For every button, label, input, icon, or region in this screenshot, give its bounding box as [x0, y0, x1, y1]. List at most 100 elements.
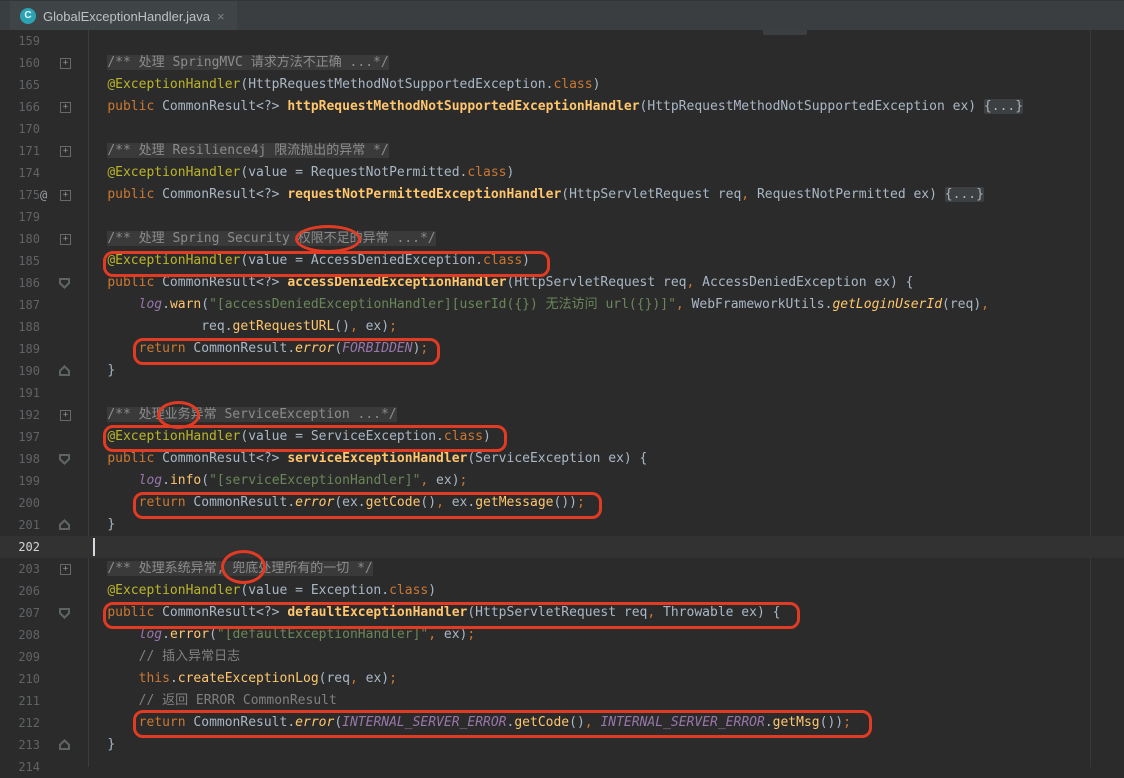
code-editor[interactable]: 159160+ /** 处理 SpringMVC 请求方法不正确 ...*/16…: [0, 30, 1124, 767]
code-line-165[interactable]: 165 @ExceptionHandler(HttpRequestMethodN…: [0, 74, 1124, 96]
code-line-202[interactable]: 202: [0, 536, 1124, 558]
line-number[interactable]: 197: [0, 426, 40, 448]
line-number[interactable]: 200: [0, 492, 40, 514]
code-line-171[interactable]: 171 + /** 处理 Resilience4j 限流抛出的异常 */: [0, 140, 1124, 162]
line-number[interactable]: 210: [0, 668, 40, 690]
line-number[interactable]: 192: [0, 404, 40, 426]
fold-expand-icon[interactable]: +: [58, 228, 74, 250]
code-line-185[interactable]: 185 @ExceptionHandler(value = AccessDeni…: [0, 250, 1124, 272]
line-number[interactable]: 213: [0, 734, 40, 756]
line-number[interactable]: 170: [0, 118, 40, 140]
token-mcall: getCode: [366, 495, 421, 510]
fold-expand-icon[interactable]: +: [58, 558, 74, 580]
line-number[interactable]: 206: [0, 580, 40, 602]
line-number[interactable]: 211: [0, 690, 40, 712]
close-tab-icon[interactable]: ×: [217, 9, 225, 24]
code-line-187[interactable]: 187 log.warn("[accessDeniedExceptionHand…: [0, 294, 1124, 316]
fold-end-icon[interactable]: [58, 734, 74, 756]
code-line-170[interactable]: 170: [0, 118, 1124, 140]
tab-global-exception-handler[interactable]: C GlobalExceptionHandler.java ×: [10, 1, 237, 31]
fold-marker-glyph: +: [60, 58, 71, 69]
code-line-192[interactable]: 192+ /** 处理业务异常 ServiceException ...*/: [0, 404, 1124, 426]
code-line-206[interactable]: 206 @ExceptionHandler(value = Exception.…: [0, 580, 1124, 602]
code-line-200[interactable]: 200 return CommonResult.error(ex.getCode…: [0, 492, 1124, 514]
line-number[interactable]: 186: [0, 272, 40, 294]
code-line-207[interactable]: 207 public CommonResult<?> defaultExcept…: [0, 602, 1124, 624]
token-mcall: createExceptionLog: [178, 671, 319, 686]
token-smcall: error: [295, 495, 334, 510]
fold-expand-icon[interactable]: +: [58, 184, 74, 206]
line-number[interactable]: 185: [0, 250, 40, 272]
line-number[interactable]: 187: [0, 294, 40, 316]
fold-expand-icon[interactable]: +: [58, 404, 74, 426]
token-punc: ,: [350, 671, 358, 686]
code-line-189[interactable]: 189 return CommonResult.error(FORBIDDEN)…: [0, 338, 1124, 360]
code-line-211[interactable]: 211 // 返回 ERROR CommonResult: [0, 690, 1124, 712]
code-text: @ExceptionHandler(value = Exception.clas…: [76, 580, 436, 602]
code-line-210[interactable]: 210 this.createExceptionLog(req, ex);: [0, 668, 1124, 690]
line-number[interactable]: 189: [0, 338, 40, 360]
token-punc: ;: [467, 627, 475, 642]
line-number[interactable]: 179: [0, 206, 40, 228]
line-number[interactable]: 166: [0, 96, 40, 118]
code-line-199[interactable]: 199 log.info("[serviceExceptionHandler]"…: [0, 470, 1124, 492]
fold-start-icon[interactable]: [58, 272, 74, 294]
token-txt: ex): [358, 319, 389, 334]
code-line-209[interactable]: 209 // 插入异常日志: [0, 646, 1124, 668]
line-number[interactable]: 160: [0, 52, 40, 74]
line-number[interactable]: 198: [0, 448, 40, 470]
fold-start-icon[interactable]: [58, 448, 74, 470]
line-number[interactable]: 171: [0, 140, 40, 162]
line-number[interactable]: 159: [0, 30, 40, 52]
line-number[interactable]: 203: [0, 558, 40, 580]
code-text: /** 处理 Spring Security 权限不足的异常 ...*/: [76, 228, 436, 250]
line-number[interactable]: 202: [0, 536, 40, 558]
line-number[interactable]: 188: [0, 316, 40, 338]
code-line-166[interactable]: 166+ public CommonResult<?> httpRequestM…: [0, 96, 1124, 118]
line-number[interactable]: 165: [0, 74, 40, 96]
fold-end-icon[interactable]: [58, 360, 74, 382]
code-line-191[interactable]: 191: [0, 382, 1124, 404]
code-line-198[interactable]: 198 public CommonResult<?> serviceExcept…: [0, 448, 1124, 470]
fold-marker-glyph: +: [60, 234, 71, 245]
fold-end-icon[interactable]: [58, 514, 74, 536]
code-line-175[interactable]: 175@+ public CommonResult<?> requestNotP…: [0, 184, 1124, 206]
line-number[interactable]: 180: [0, 228, 40, 250]
code-line-190[interactable]: 190 }: [0, 360, 1124, 382]
code-line-159[interactable]: 159: [0, 30, 1124, 52]
line-number[interactable]: 209: [0, 646, 40, 668]
code-line-214[interactable]: 214: [0, 756, 1124, 778]
code-line-180[interactable]: 180 + /** 处理 Spring Security 权限不足的异常 ...*…: [0, 228, 1124, 250]
code-line-213[interactable]: 213 }: [0, 734, 1124, 756]
fold-expand-icon[interactable]: +: [58, 96, 74, 118]
code-line-197[interactable]: 197 @ExceptionHandler(value = ServiceExc…: [0, 426, 1124, 448]
code-line-201[interactable]: 201 }: [0, 514, 1124, 536]
annotation-gutter-icon[interactable]: @: [40, 184, 47, 206]
code-line-186[interactable]: 186 public CommonResult<?> accessDeniedE…: [0, 272, 1124, 294]
line-number[interactable]: 201: [0, 514, 40, 536]
code-line-179[interactable]: 179: [0, 206, 1124, 228]
line-number[interactable]: 191: [0, 382, 40, 404]
line-number[interactable]: 212: [0, 712, 40, 734]
token-mcall: error: [170, 627, 209, 642]
token-txt: (HttpRequestMethodNotSupportedException …: [640, 99, 984, 114]
fold-start-icon[interactable]: [58, 602, 74, 624]
line-number[interactable]: 208: [0, 624, 40, 646]
code-line-208[interactable]: 208 log.error("[defaultExceptionHandler]…: [0, 624, 1124, 646]
line-number[interactable]: 190: [0, 360, 40, 382]
line-number[interactable]: 214: [0, 756, 40, 778]
code-text: /** 处理 Resilience4j 限流抛出的异常 */: [76, 140, 389, 162]
code-line-160[interactable]: 160+ /** 处理 SpringMVC 请求方法不正确 ...*/: [0, 52, 1124, 74]
code-line-188[interactable]: 188 req.getRequestURL(), ex);: [0, 316, 1124, 338]
line-number[interactable]: 174: [0, 162, 40, 184]
code-text: log.info("[serviceExceptionHandler]", ex…: [76, 470, 467, 492]
fold-expand-icon[interactable]: +: [58, 140, 74, 162]
code-line-174[interactable]: 174 @ExceptionHandler(value = RequestNot…: [0, 162, 1124, 184]
code-line-212[interactable]: 212 return CommonResult.error(INTERNAL_S…: [0, 712, 1124, 734]
line-number[interactable]: 175: [0, 184, 40, 206]
token-txt: (req): [942, 297, 981, 312]
line-number[interactable]: 199: [0, 470, 40, 492]
code-line-203[interactable]: 203+ /** 处理系统异常, 兜底处理所有的一切 */: [0, 558, 1124, 580]
fold-expand-icon[interactable]: +: [58, 52, 74, 74]
line-number[interactable]: 207: [0, 602, 40, 624]
